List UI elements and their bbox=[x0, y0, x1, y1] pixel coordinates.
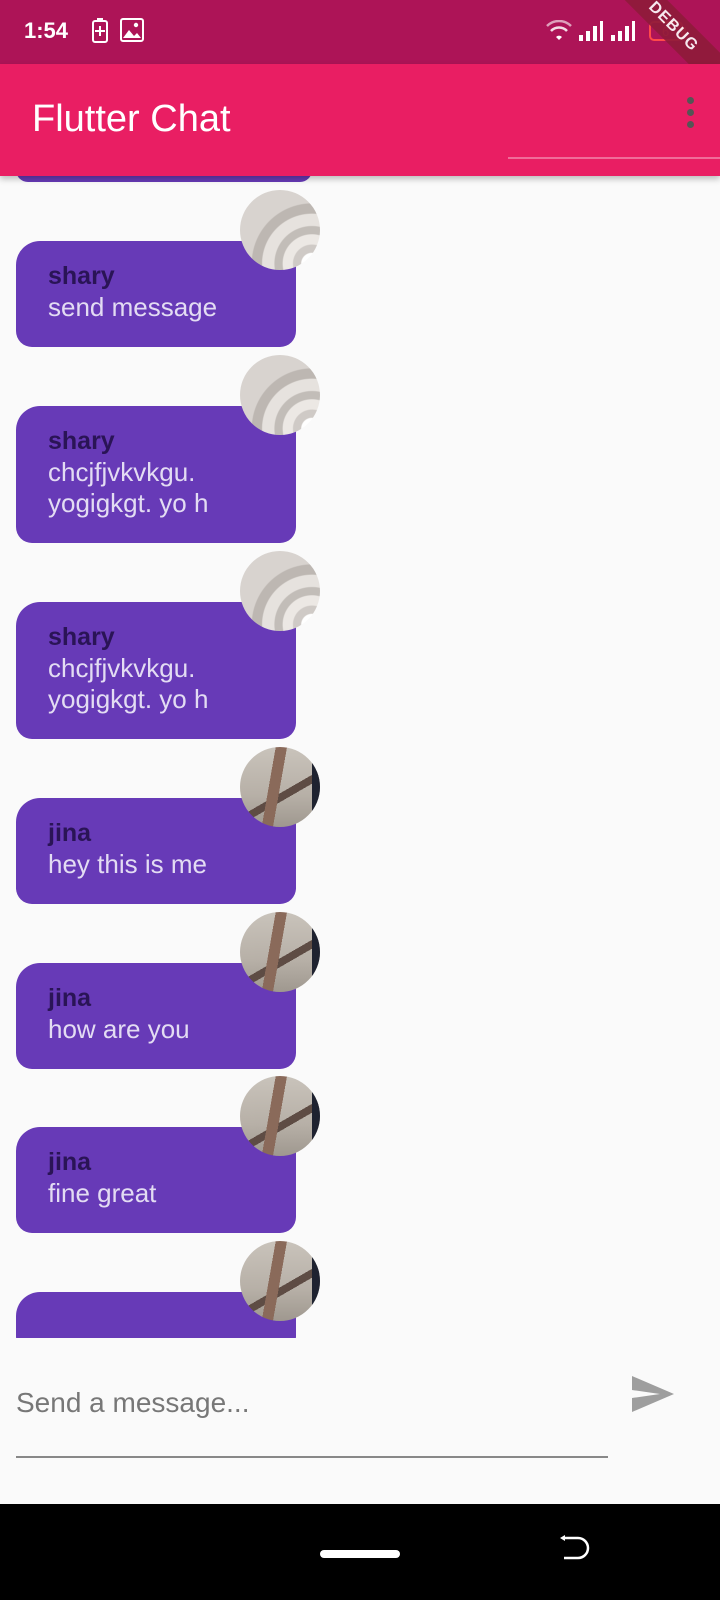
message-sender: shary bbox=[48, 427, 115, 455]
page-title: Flutter Chat bbox=[32, 98, 231, 140]
app-bar: Flutter Chat bbox=[0, 64, 720, 176]
message-text: fine great bbox=[48, 1178, 157, 1208]
avatar bbox=[240, 355, 320, 435]
battery-charging-icon bbox=[92, 18, 108, 49]
image-icon bbox=[120, 18, 144, 47]
input-underline bbox=[16, 1456, 608, 1458]
wifi-icon bbox=[546, 19, 572, 47]
signal-icon bbox=[610, 20, 636, 47]
partial-bubble bbox=[16, 176, 312, 182]
avatar bbox=[240, 551, 320, 631]
home-pill[interactable] bbox=[320, 1550, 400, 1558]
appbar-divider bbox=[508, 157, 720, 159]
message-text: chcjfjvkvkgu. yogigkgt. yo h bbox=[48, 653, 209, 714]
send-icon bbox=[632, 1376, 674, 1412]
message-list[interactable]: shary send message shary chcjfjvkvkgu. y… bbox=[0, 176, 720, 1338]
message-text: how are you bbox=[48, 1014, 190, 1044]
signal-icon bbox=[578, 20, 604, 47]
message-sender: shary bbox=[48, 623, 115, 651]
message-text: chcjfjvkvkgu. yogigkgt. yo h bbox=[48, 457, 209, 518]
message-text: send message bbox=[48, 292, 218, 322]
message-text: hey this is me bbox=[48, 849, 207, 879]
avatar bbox=[240, 1241, 320, 1321]
message-bubble: shary chcjfjvkvkgu. yogigkgt. yo h bbox=[16, 406, 296, 543]
avatar bbox=[240, 190, 320, 270]
message-bubble: shary chcjfjvkvkgu. yogigkgt. yo h bbox=[16, 602, 296, 739]
navigation-bar bbox=[0, 1504, 720, 1600]
message-sender: shary bbox=[48, 262, 115, 290]
message-sender: jina bbox=[48, 984, 92, 1012]
avatar bbox=[240, 912, 320, 992]
avatar bbox=[240, 747, 320, 827]
rotate-icon[interactable] bbox=[556, 1532, 590, 1571]
message-input[interactable] bbox=[16, 1380, 608, 1426]
send-button[interactable] bbox=[630, 1374, 680, 1424]
more-vert-icon[interactable] bbox=[682, 94, 698, 134]
avatar bbox=[240, 1076, 320, 1156]
status-bar: 1:54 6 DEBUG bbox=[0, 0, 720, 98]
status-time: 1:54 bbox=[24, 18, 69, 43]
message-sender: jina bbox=[48, 1148, 92, 1176]
message-sender: jina bbox=[48, 819, 92, 847]
message-composer bbox=[0, 1340, 720, 1500]
